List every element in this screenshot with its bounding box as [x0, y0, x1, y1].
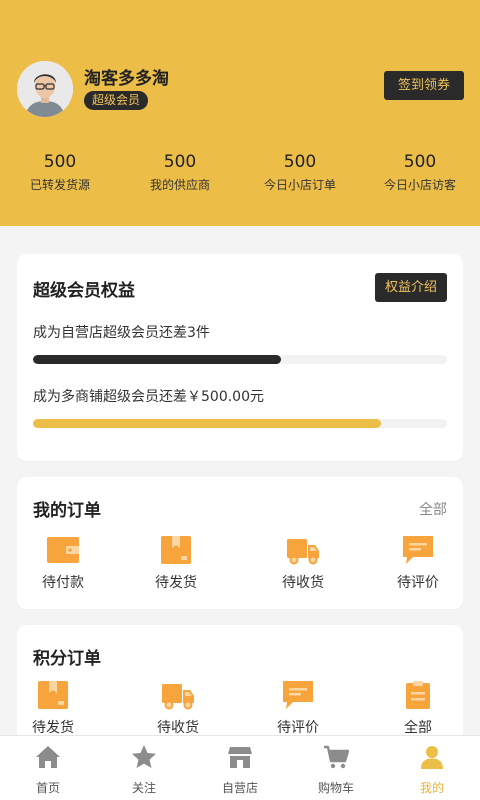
- stats-row: 500 已转发货源 500 我的供应商 500 今日小店订单 500 今日小店访…: [0, 150, 480, 200]
- my-orders-card: 我的订单 全部 待付款 待发货 待收货 待评价: [17, 477, 463, 609]
- tab-label: 自营店: [221, 781, 258, 795]
- tab-follow[interactable]: 关注: [96, 736, 192, 800]
- orders-title: 我的订单: [33, 501, 101, 521]
- stat-value: 500: [403, 152, 437, 172]
- points-pending-review[interactable]: 待评价: [258, 680, 338, 737]
- order-pending-payment[interactable]: 待付款: [23, 535, 103, 592]
- package-icon: [38, 681, 68, 709]
- tab-cart[interactable]: 购物车: [288, 736, 384, 800]
- benefits-intro-button[interactable]: 权益介绍: [375, 273, 447, 302]
- stat-value: 500: [43, 152, 77, 172]
- package-icon: [161, 536, 191, 564]
- order-pending-review[interactable]: 待评价: [378, 535, 458, 592]
- points-orders-title: 积分订单: [33, 649, 101, 669]
- store-icon: [228, 747, 252, 768]
- tab-label: 购物车: [317, 781, 354, 795]
- comment-icon: [283, 681, 313, 709]
- progress-track-multistore: [33, 419, 447, 428]
- username: 淘客多多淘: [84, 69, 169, 89]
- points-label: 待评价: [277, 720, 319, 736]
- points-label: 待收货: [157, 720, 199, 736]
- progress-text-store: 成为自营店超级会员还差3件: [33, 325, 210, 341]
- bottom-tab-bar: 首页 关注 自营店 购物车 我的: [0, 735, 480, 800]
- profile-header: 淘客多多淘 超级会员 签到领券 500 已转发货源 500 我的供应商 500 …: [0, 0, 480, 226]
- stat-value: 500: [163, 152, 197, 172]
- tab-label: 首页: [35, 781, 60, 795]
- points-icon-row: 待发货 待收货 待评价 全部: [17, 680, 463, 740]
- truck-icon: [287, 539, 319, 565]
- stat-today-orders[interactable]: 500 今日小店订单: [240, 150, 360, 200]
- order-label: 待收货: [282, 575, 324, 591]
- order-pending-receipt[interactable]: 待收货: [263, 535, 343, 592]
- order-pending-shipment[interactable]: 待发货: [136, 535, 216, 592]
- orders-all-link[interactable]: 全部: [419, 499, 447, 519]
- tab-mine[interactable]: 我的: [384, 736, 480, 800]
- stat-today-visitors[interactable]: 500 今日小店访客: [360, 150, 480, 200]
- wallet-icon: [47, 537, 79, 563]
- stat-value: 500: [283, 152, 317, 172]
- points-label: 全部: [404, 720, 432, 736]
- tab-label: 我的: [419, 781, 444, 795]
- member-benefits-card: 超级会员权益 权益介绍 成为自营店超级会员还差3件 成为多商铺超级会员还差￥50…: [17, 254, 463, 461]
- tab-home[interactable]: 首页: [0, 736, 96, 800]
- home-icon: [36, 746, 60, 768]
- order-label: 待发货: [155, 575, 197, 591]
- points-pending-shipment[interactable]: 待发货: [13, 680, 93, 737]
- comment-icon: [403, 536, 433, 564]
- order-label: 待评价: [397, 575, 439, 591]
- user-icon: [421, 746, 443, 769]
- progress-track-store: [33, 355, 447, 364]
- star-icon: [132, 745, 156, 768]
- stat-label: 今日小店订单: [263, 178, 336, 192]
- points-pending-receipt[interactable]: 待收货: [138, 680, 218, 737]
- member-badge: 超级会员: [84, 91, 149, 110]
- stat-label: 已转发货源: [29, 178, 90, 192]
- stat-forwarded[interactable]: 500 已转发货源: [0, 150, 120, 200]
- stat-label: 我的供应商: [149, 178, 210, 192]
- stat-suppliers[interactable]: 500 我的供应商: [120, 150, 240, 200]
- tab-self-store[interactable]: 自营店: [192, 736, 288, 800]
- truck-icon: [162, 684, 194, 710]
- avatar[interactable]: [17, 61, 73, 117]
- orders-icon-row: 待付款 待发货 待收货 待评价: [17, 535, 463, 595]
- signin-coupon-button[interactable]: 签到领券: [384, 71, 464, 100]
- points-label: 待发货: [32, 720, 74, 736]
- points-all[interactable]: 全部: [378, 680, 458, 737]
- cart-icon: [324, 745, 349, 769]
- tab-label: 关注: [131, 781, 156, 795]
- stat-label: 今日小店访客: [383, 178, 456, 192]
- progress-text-multistore: 成为多商铺超级会员还差￥500.00元: [33, 389, 264, 405]
- progress-fill-multistore: [33, 419, 381, 428]
- progress-fill-store: [33, 355, 282, 364]
- clipboard-icon: [406, 681, 430, 709]
- order-label: 待付款: [42, 575, 84, 591]
- benefits-title: 超级会员权益: [33, 281, 135, 301]
